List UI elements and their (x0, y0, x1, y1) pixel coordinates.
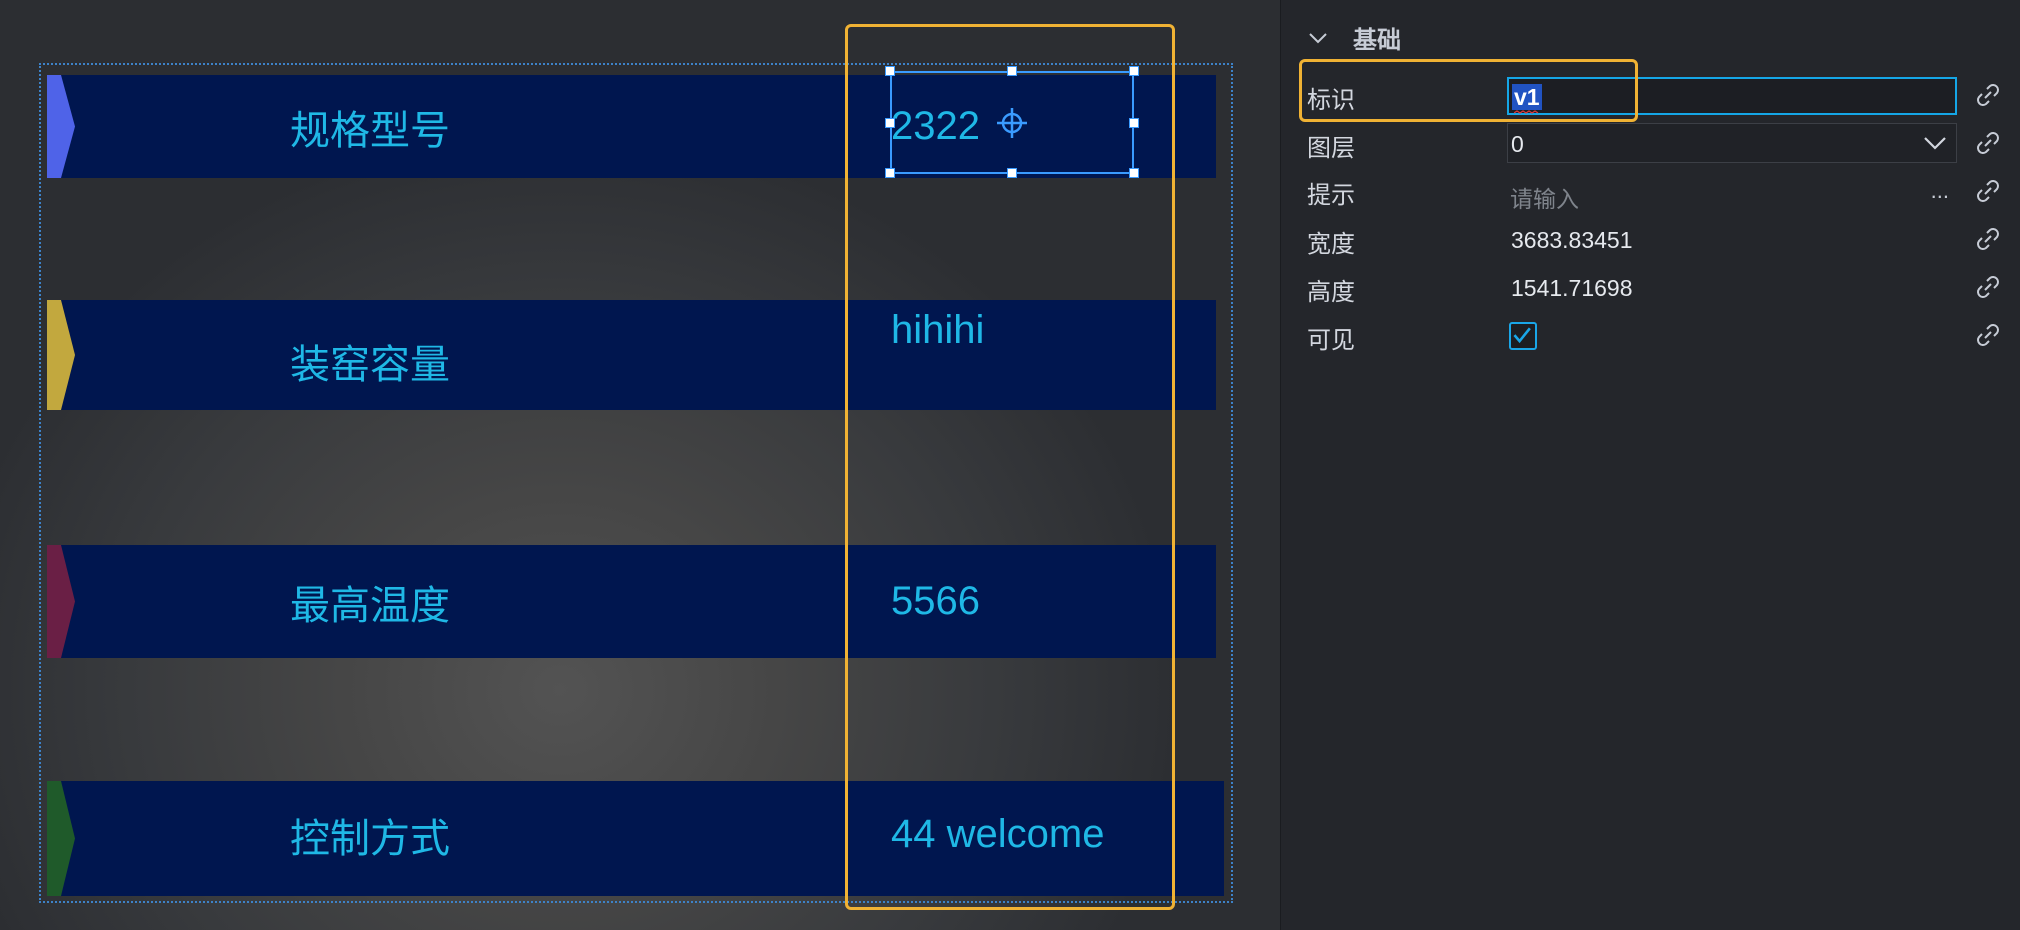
link-icon[interactable] (1973, 224, 2003, 254)
row-label: 规格型号 (290, 107, 450, 154)
id-row-highlight (1299, 59, 1638, 122)
more-options-button[interactable]: ... (1931, 178, 1949, 204)
resize-handle-nw[interactable] (885, 66, 895, 76)
design-canvas[interactable]: 规格型号 2322 装窑容量 hihihi 最高温度 5566 控制方式 44 … (0, 0, 1280, 930)
link-icon[interactable] (1973, 128, 2003, 158)
resize-handle-se[interactable] (1129, 168, 1139, 178)
row-marker (47, 75, 75, 178)
link-icon[interactable] (1973, 80, 2003, 110)
row-label: 装窑容量 (290, 342, 450, 388)
resize-handle-e[interactable] (1129, 118, 1139, 128)
layer-select[interactable]: 0 (1507, 123, 1957, 163)
row-marker (47, 545, 75, 658)
resize-handle-n[interactable] (1007, 66, 1017, 76)
layer-label: 图层 (1307, 134, 1355, 162)
section-title: 基础 (1353, 26, 1401, 54)
hint-input[interactable]: 请输入 ... (1507, 176, 1957, 216)
height-label: 高度 (1307, 278, 1355, 306)
move-crosshair-icon[interactable] (996, 107, 1028, 139)
visible-label: 可见 (1307, 326, 1355, 354)
layer-select-value: 0 (1511, 131, 1524, 157)
height-value[interactable]: 1541.71698 (1511, 275, 1633, 302)
chevron-down-icon (1924, 137, 1946, 150)
width-value[interactable]: 3683.83451 (1511, 227, 1633, 254)
width-label: 宽度 (1307, 230, 1355, 258)
chevron-down-icon[interactable] (1307, 27, 1329, 49)
row-marker (47, 300, 75, 410)
properties-panel: 基础 标识 v1 图层 0 提示 请输入 ... 宽度 3683.83451 高… (1280, 0, 2020, 930)
checkmark-icon (1513, 327, 1531, 344)
resize-handle-sw[interactable] (885, 168, 895, 178)
link-icon[interactable] (1973, 320, 2003, 350)
visible-checkbox[interactable] (1509, 322, 1537, 350)
link-icon[interactable] (1973, 176, 2003, 206)
resize-handle-s[interactable] (1007, 168, 1017, 178)
row-label: 最高温度 (290, 582, 450, 629)
section-header-basic[interactable]: 基础 (1307, 20, 1401, 55)
row-label: 控制方式 (290, 815, 450, 862)
hint-label: 提示 (1307, 181, 1355, 209)
resize-handle-ne[interactable] (1129, 66, 1139, 76)
link-icon[interactable] (1973, 272, 2003, 302)
resize-handle-w[interactable] (885, 118, 895, 128)
row-marker (47, 781, 75, 896)
hint-placeholder: 请输入 (1510, 187, 1579, 213)
